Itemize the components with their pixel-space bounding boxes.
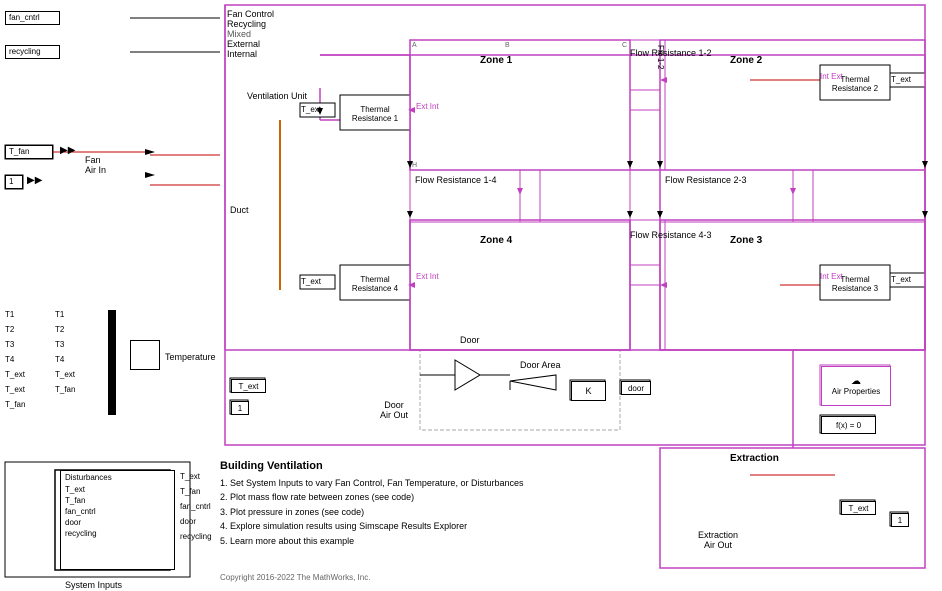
const-1-extraction: 1 (891, 513, 909, 527)
vent-fan-control-label: Fan Control (227, 9, 318, 19)
svg-text:▶▶: ▶▶ (27, 175, 43, 186)
t-ext-tr3: T_ext (891, 275, 911, 284)
t-ext-tr1: T_ext (301, 105, 321, 114)
flow-res-14-label: Flow Resistance 1-4 (415, 175, 497, 185)
zone3-label: Zone 3 (730, 235, 762, 246)
air-properties-block: ☁ Air Properties (821, 366, 891, 406)
z1-corner-A: A (412, 42, 417, 49)
building-ventilation-text: Building Ventilation 1. Set System Input… (220, 460, 610, 548)
const-1-fan: 1 (5, 175, 23, 189)
t-ext-door: T_ext (231, 379, 266, 393)
t-fan-input: T_fan (5, 145, 53, 159)
t-ext-tr4: T_ext (301, 277, 321, 286)
z1-corner-B: B (505, 42, 510, 49)
svg-text:▶▶: ▶▶ (60, 145, 76, 156)
vent-external-label: External (227, 39, 318, 49)
vent-recycling-label: Recycling (227, 19, 318, 29)
const-1-door: 1 (231, 401, 249, 415)
recycling-input: recycling (5, 45, 60, 59)
int-ext-tr3: Int Ext (820, 272, 843, 281)
system-inputs-label: System Inputs (65, 580, 122, 590)
door-area-label: Door Area (520, 360, 561, 370)
ext-int-tr4: Ext Int (416, 272, 439, 281)
temperature-block (130, 340, 160, 370)
thermal-res-1-label: ThermalResistance 1 (342, 97, 408, 130)
t-ext-extraction: T_ext (841, 501, 876, 515)
zone1-label: Zone 1 (480, 55, 512, 66)
flow-res-12-label: Flow Resistance 1-2 (630, 48, 712, 58)
z1-corner-C: C (622, 42, 627, 49)
copyright-text: Copyright 2016-2022 The MathWorks, Inc. (220, 573, 370, 582)
t-ext-tr2: T_ext (891, 75, 911, 84)
extraction-label: Extraction (730, 453, 779, 464)
building-vent-steps: 1. Set System Inputs to vary Fan Control… (220, 476, 610, 548)
vent-internal-label: Internal (227, 49, 318, 59)
zone2-label: Zone 2 (730, 55, 762, 66)
ext-int-tr1: Ext Int (416, 102, 439, 111)
diagram-container: ▶▶ ▶▶ fan_cntrl recycling Fan Control Re… (0, 0, 942, 591)
door-label: Door (460, 335, 480, 345)
ventilation-unit-label: Ventilation Unit (247, 91, 307, 101)
duct-label: Duct (230, 205, 249, 215)
int-ext-tr2: Int Ext (820, 72, 843, 81)
temperature-label: Temperature (165, 352, 216, 362)
door-air-out-label: DoorAir Out (380, 400, 408, 420)
flow-res-23-label: Flow Resistance 2-3 (665, 175, 747, 185)
vent-mixed-label: Mixed (227, 29, 318, 39)
zone4-label: Zone 4 (480, 235, 512, 246)
building-vent-title: Building Ventilation (220, 460, 610, 472)
fan-air-in-label: FanAir In (85, 155, 106, 175)
z1-corner-H: H (412, 162, 417, 169)
system-inputs-section: Disturbances T_ext T_fan fan_cntrl door … (5, 462, 190, 577)
flow-res-43-label: Flow Resistance 4-3 (630, 230, 712, 240)
door-input-block: door (621, 381, 651, 395)
f-zero-block: f(x) = 0 (821, 416, 876, 434)
extraction-air-out-label: ExtractionAir Out (698, 530, 738, 550)
thermal-res-4-label: ThermalResistance 4 (342, 267, 408, 300)
k-gain-block: K (571, 381, 606, 401)
fan-cntrl-input: fan_cntrl (5, 11, 60, 25)
